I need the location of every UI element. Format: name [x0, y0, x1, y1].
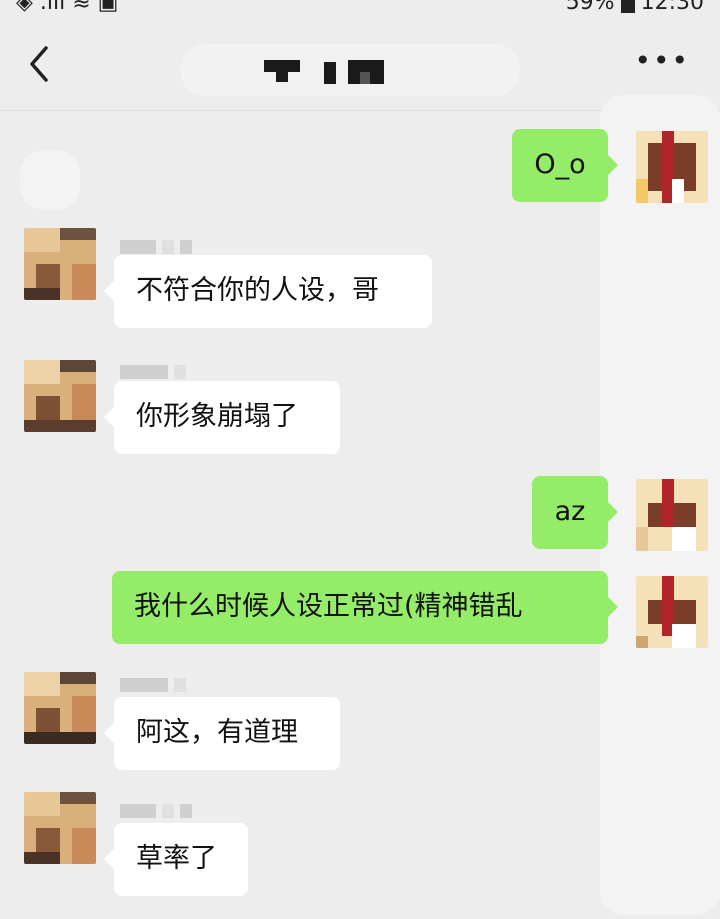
- message-text: 阿这，有道理: [136, 717, 298, 748]
- message-text: O_o: [534, 149, 586, 180]
- battery-percent: 59%: [565, 0, 615, 14]
- chevron-left-icon: [30, 46, 48, 82]
- more-options-button[interactable]: •••: [634, 44, 690, 77]
- message-text: 我什么时候人设正常过(精神错乱: [134, 591, 523, 622]
- message-bubble-incoming[interactable]: 不符合你的人设，哥: [104, 255, 432, 328]
- message-bubble-incoming[interactable]: 你形象崩塌了: [104, 381, 340, 454]
- contact-avatar[interactable]: [24, 792, 96, 864]
- contact-avatar[interactable]: [24, 672, 96, 744]
- chat-title-redacted: [180, 44, 520, 96]
- status-bar: ◈ .ıll ≋ ▣ 59% 12:30: [0, 0, 720, 14]
- my-avatar[interactable]: [636, 576, 708, 648]
- sender-name-redacted: [120, 365, 192, 379]
- contact-avatar[interactable]: [24, 228, 96, 300]
- battery-icon: [620, 0, 635, 13]
- message-bubble-outgoing[interactable]: O_o: [512, 129, 618, 202]
- message-bubble-outgoing[interactable]: az: [532, 476, 618, 549]
- sender-name-redacted: [120, 240, 198, 254]
- message-text: 不符合你的人设，哥: [136, 275, 379, 306]
- my-avatar[interactable]: [636, 131, 708, 203]
- message-text: az: [554, 496, 586, 527]
- chat-header: •••: [0, 14, 720, 111]
- sender-name-redacted: [120, 804, 198, 818]
- status-right: 59% 12:30: [566, 0, 704, 14]
- signal-icon: ◈ .ıll ≋ ▣: [16, 0, 119, 14]
- my-avatar[interactable]: [636, 479, 708, 551]
- message-bubble-incoming[interactable]: 阿这，有道理: [104, 697, 340, 770]
- message-text: 你形象崩塌了: [136, 401, 298, 432]
- contact-avatar[interactable]: [24, 360, 96, 432]
- clock: 12:30: [640, 0, 704, 14]
- message-text: 草率了: [136, 843, 217, 874]
- sender-name-redacted: [120, 678, 192, 692]
- message-bubble-incoming[interactable]: 草率了: [104, 823, 248, 896]
- back-button[interactable]: [22, 44, 58, 84]
- message-bubble-outgoing[interactable]: 我什么时候人设正常过(精神错乱: [112, 571, 618, 644]
